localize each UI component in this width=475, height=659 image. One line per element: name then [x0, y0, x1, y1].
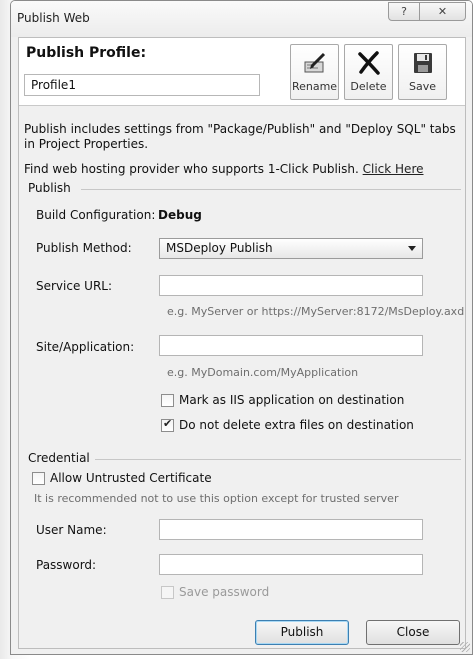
allow-untrusted-label[interactable]: Allow Untrusted Certificate: [50, 471, 212, 485]
close-icon: ✕: [437, 5, 448, 18]
service-url-label: Service URL:: [36, 279, 113, 293]
delete-label: Delete: [350, 80, 387, 93]
build-config-label: Build Configuration:: [36, 208, 156, 222]
service-url-input[interactable]: [159, 275, 423, 296]
chevron-down-icon: [408, 246, 416, 251]
username-input[interactable]: [159, 519, 423, 540]
close-window-button[interactable]: ✕: [420, 2, 466, 21]
publish-method-select[interactable]: MSDeploy Publish: [159, 238, 423, 259]
click-here-link[interactable]: Click Here: [363, 162, 424, 176]
dialog-content: Publish Profile: Profile1 Rename Delete …: [18, 37, 466, 649]
do-not-delete-checkbox[interactable]: [161, 417, 174, 432]
credential-group-divider: [95, 459, 461, 460]
credential-group-title: Credential: [28, 451, 90, 465]
delete-icon: [345, 49, 392, 77]
allow-untrusted-checkbox[interactable]: [32, 472, 45, 485]
title-bar[interactable]: Publish Web ? ✕: [11, 1, 472, 37]
profile-name-field[interactable]: Profile1: [24, 74, 260, 96]
save-label: Save: [408, 80, 436, 93]
profile-panel: Publish Profile: Profile1 Rename Delete …: [19, 38, 465, 106]
username-label: User Name:: [36, 523, 107, 537]
publish-method-label: Publish Method:: [36, 241, 132, 255]
rename-label: Rename: [291, 80, 338, 93]
resize-grip-icon[interactable]: [460, 642, 470, 652]
hosting-info-text: Find web hosting provider who supports 1…: [24, 162, 359, 176]
floppy-disk-icon: [399, 49, 446, 77]
site-application-label: Site/Application:: [36, 340, 135, 354]
password-label: Password:: [36, 558, 97, 572]
password-input[interactable]: [159, 554, 423, 575]
help-button[interactable]: ?: [388, 2, 420, 21]
save-password-label[interactable]: Save password: [179, 585, 269, 599]
publish-info-text: Publish includes settings from "Package/…: [24, 122, 456, 151]
hosting-info: Find web hosting provider who supports 1…: [24, 162, 462, 177]
do-not-delete-label[interactable]: Do not delete extra files on destination: [179, 418, 414, 432]
help-icon: ?: [401, 5, 407, 18]
publish-button[interactable]: Publish: [255, 620, 349, 645]
site-application-input[interactable]: [159, 335, 423, 356]
save-password-checkbox[interactable]: [161, 586, 174, 599]
publish-group-title: Publish: [28, 181, 71, 195]
publish-web-dialog: Publish Web ? ✕ Publish Profile: Profile…: [10, 0, 473, 655]
delete-button[interactable]: Delete: [344, 44, 393, 100]
save-profile-button[interactable]: Save: [398, 44, 447, 100]
build-config-value: Debug: [158, 208, 202, 222]
site-application-hint: e.g. MyDomain.com/MyApplication: [167, 366, 359, 379]
mark-iis-label[interactable]: Mark as IIS application on destination: [179, 393, 404, 407]
close-button[interactable]: Close: [366, 620, 460, 645]
publish-method-value: MSDeploy Publish: [166, 241, 273, 255]
untrusted-note: It is recommended not to use this option…: [34, 492, 399, 505]
mark-iis-checkbox[interactable]: [161, 394, 174, 407]
publish-group-divider: [81, 189, 461, 190]
service-url-hint: e.g. MyServer or https://MyServer:8172/M…: [167, 305, 465, 318]
rename-button[interactable]: Rename: [290, 44, 339, 100]
profile-heading: Publish Profile:: [26, 45, 147, 61]
rename-icon: [291, 49, 338, 77]
window-title: Publish Web: [17, 11, 90, 25]
